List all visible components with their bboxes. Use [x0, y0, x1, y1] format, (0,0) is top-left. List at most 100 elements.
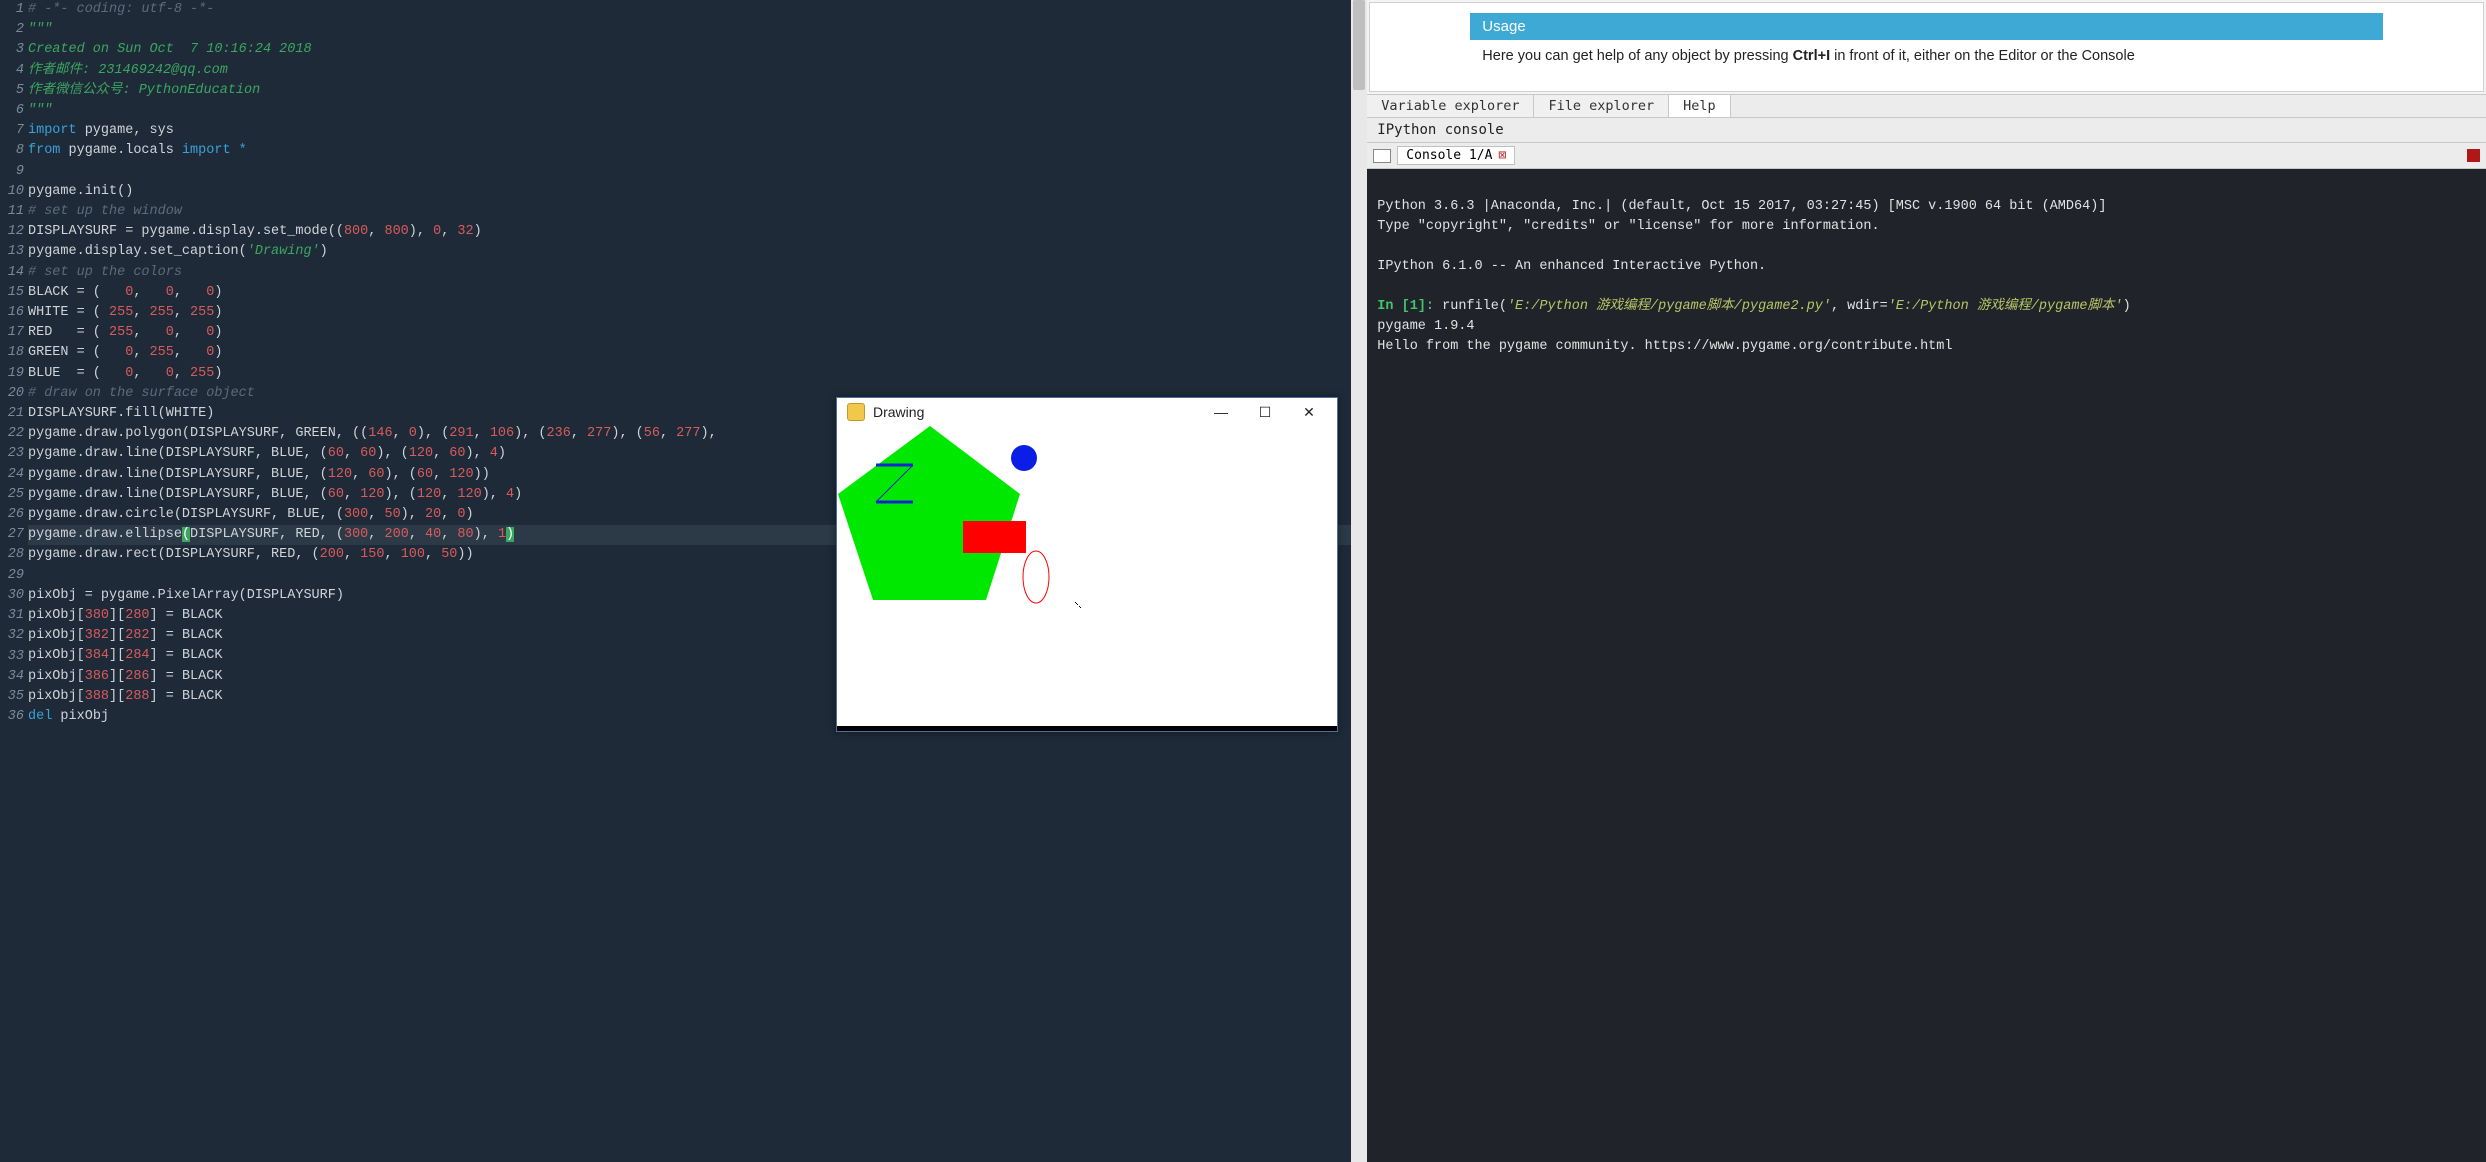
- usage-pre: Here you can get help of any object by p…: [1482, 48, 1792, 64]
- token: pixObj[: [28, 628, 85, 643]
- token: DISPLAYSURF.fill(WHITE): [28, 406, 214, 421]
- code-line[interactable]: RED = ( 255, 0, 0): [28, 323, 1367, 343]
- console-line: Hello from the pygame community. https:/…: [1377, 339, 1952, 354]
- tab-file-explorer[interactable]: File explorer: [1534, 95, 1669, 117]
- token: ,: [133, 366, 165, 381]
- code-line[interactable]: 作者微信公众号: PythonEducation: [28, 81, 1367, 101]
- right-pane: Usage Here you can get help of any objec…: [1367, 0, 2486, 1162]
- line-number: 2: [0, 20, 24, 40]
- code-line[interactable]: pygame.init(): [28, 182, 1367, 202]
- token: ), (: [384, 487, 416, 502]
- code-line[interactable]: pygame.display.set_caption('Drawing'): [28, 242, 1367, 262]
- pixel-2: [1077, 604, 1078, 605]
- token: pixObj[: [28, 689, 85, 704]
- console-wdir-val: 'E:/Python 游戏编程/pygame脚本': [1888, 299, 2123, 314]
- token: 'Drawing': [247, 244, 320, 259]
- code-line[interactable]: """: [28, 20, 1367, 40]
- editor-scrollbar[interactable]: [1351, 0, 1367, 1162]
- token: pygame.draw.line(DISPLAYSURF, BLUE, (: [28, 446, 328, 461]
- token: ][: [109, 648, 125, 663]
- code-line[interactable]: WHITE = ( 255, 255, 255): [28, 303, 1367, 323]
- token: 800: [384, 224, 408, 239]
- token: 作者微信公众号: PythonEducation: [28, 83, 260, 98]
- browse-tabs-icon[interactable]: [1373, 149, 1391, 163]
- token: ,: [133, 305, 149, 320]
- line-number: 17: [0, 323, 24, 343]
- code-line[interactable]: """: [28, 101, 1367, 121]
- token: 40: [425, 527, 441, 542]
- token: 386: [85, 669, 109, 684]
- line-number: 24: [0, 465, 24, 485]
- token: ] = BLACK: [150, 628, 223, 643]
- code-line[interactable]: import pygame, sys: [28, 121, 1367, 141]
- console-line: Type "copyright", "credits" or "license"…: [1377, 219, 1879, 234]
- token: ): [466, 507, 474, 522]
- line-number: 25: [0, 485, 24, 505]
- token: ): [320, 244, 328, 259]
- code-line[interactable]: # set up the window: [28, 202, 1367, 222]
- token: pygame.draw.polygon(DISPLAYSURF, GREEN, …: [28, 426, 368, 441]
- token: # draw on the surface object: [28, 386, 255, 401]
- code-line[interactable]: [28, 162, 1367, 182]
- minimize-button[interactable]: —: [1203, 404, 1239, 420]
- pixel-1: [1076, 603, 1077, 604]
- ipython-console[interactable]: Python 3.6.3 |Anaconda, Inc.| (default, …: [1367, 169, 2486, 1162]
- tab-help[interactable]: Help: [1669, 95, 1731, 117]
- token: ,: [174, 366, 190, 381]
- code-line[interactable]: GREEN = ( 0, 255, 0): [28, 343, 1367, 363]
- token: WHITE = (: [28, 305, 109, 320]
- code-line[interactable]: BLACK = ( 0, 0, 0): [28, 283, 1367, 303]
- code-line[interactable]: from pygame.locals import *: [28, 141, 1367, 161]
- token: ), (: [611, 426, 643, 441]
- line-number: 4: [0, 61, 24, 81]
- console-wdir-kw: , wdir=: [1831, 299, 1888, 314]
- token: ): [214, 325, 222, 340]
- close-button[interactable]: ✕: [1291, 404, 1327, 421]
- line-number: 29: [0, 566, 24, 586]
- code-line[interactable]: # set up the colors: [28, 263, 1367, 283]
- code-line[interactable]: 作者邮件: 231469242@qq.com: [28, 61, 1367, 81]
- token: ), (: [514, 426, 546, 441]
- line-number: 19: [0, 364, 24, 384]
- maximize-button[interactable]: ☐: [1247, 404, 1283, 421]
- stop-kernel-button[interactable]: [2467, 149, 2480, 162]
- token: pygame.draw.ellipse: [28, 527, 182, 542]
- token: pixObj[: [28, 608, 85, 623]
- pygame-window[interactable]: Drawing — ☐ ✕: [836, 397, 1338, 732]
- code-line[interactable]: BLUE = ( 0, 0, 255): [28, 364, 1367, 384]
- pygame-titlebar[interactable]: Drawing — ☐ ✕: [837, 398, 1337, 426]
- token: ] = BLACK: [150, 608, 223, 623]
- close-icon[interactable]: ⊠: [1498, 148, 1506, 163]
- token: ,: [174, 285, 206, 300]
- token: 0: [166, 325, 174, 340]
- token: 380: [85, 608, 109, 623]
- code-line[interactable]: DISPLAYSURF = pygame.display.set_mode((8…: [28, 222, 1367, 242]
- token: 388: [85, 689, 109, 704]
- code-line[interactable]: Created on Sun Oct 7 10:16:24 2018: [28, 40, 1367, 60]
- token: ): [214, 305, 222, 320]
- console-tab[interactable]: Console 1/A ⊠: [1397, 146, 1515, 165]
- token: ,: [174, 325, 206, 340]
- pane-tabs: Variable explorerFile explorerHelp: [1367, 94, 2486, 118]
- line-number: 21: [0, 404, 24, 424]
- line-number: 16: [0, 303, 24, 323]
- token: 255: [190, 305, 214, 320]
- token: ,: [368, 224, 384, 239]
- code-line[interactable]: # -*- coding: utf-8 -*-: [28, 0, 1367, 20]
- token: BLACK = (: [28, 285, 125, 300]
- token: pygame.draw.circle(DISPLAYSURF, BLUE, (: [28, 507, 344, 522]
- token: ,: [133, 285, 165, 300]
- token: 60: [368, 467, 384, 482]
- scrollbar-thumb[interactable]: [1353, 0, 1365, 90]
- token: 0: [433, 224, 441, 239]
- tab-variable-explorer[interactable]: Variable explorer: [1367, 95, 1534, 117]
- red-rect: [963, 521, 1026, 553]
- line-number: 8: [0, 141, 24, 161]
- token: pixObj: [52, 709, 109, 724]
- line-number: 10: [0, 182, 24, 202]
- token: Created on Sun Oct 7 10:16:24 2018: [28, 42, 312, 57]
- token: ,: [441, 507, 457, 522]
- token: 800: [344, 224, 368, 239]
- token: 288: [125, 689, 149, 704]
- token: ): [498, 446, 506, 461]
